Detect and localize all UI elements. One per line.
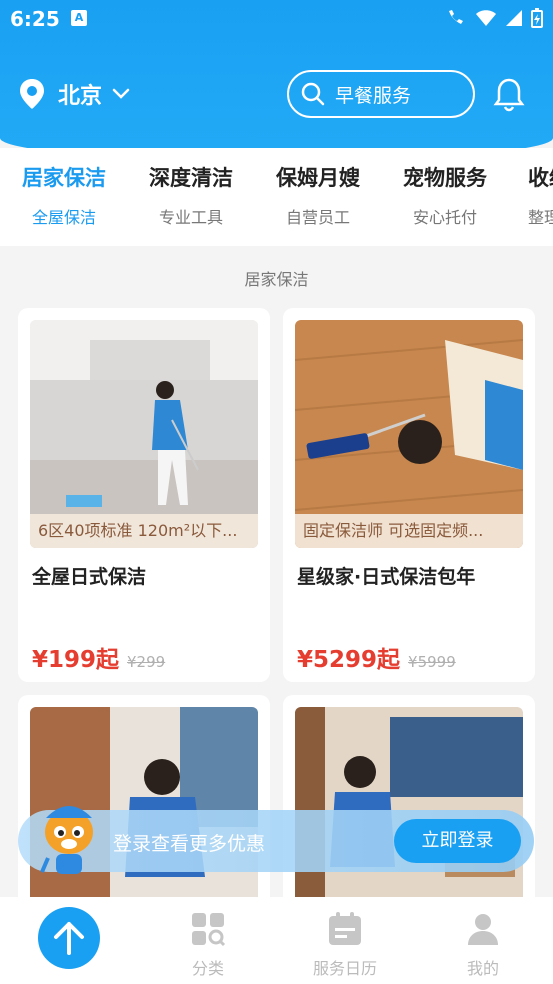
tab-storage[interactable]: 收纳 整理 xyxy=(512,162,553,228)
status-bar: 6:25 A xyxy=(0,0,553,38)
location-selector[interactable]: 北京 xyxy=(18,78,130,110)
bell-icon[interactable] xyxy=(491,76,527,112)
service-card[interactable]: 固定保洁师 可选固定频... 星级家·日式保洁包年 ¥5299起 ¥5999 xyxy=(283,308,535,682)
service-tagline: 6区40项标准 120m²以下... xyxy=(30,514,258,548)
grid-icon xyxy=(192,913,226,947)
tab-subtitle: 专业工具 xyxy=(158,208,223,227)
wifi-icon xyxy=(476,10,496,26)
nav-label: 我的 xyxy=(466,959,499,978)
price-current: ¥199起 xyxy=(32,647,120,673)
service-card[interactable] xyxy=(283,695,535,915)
search-placeholder: 早餐服务 xyxy=(335,84,412,107)
category-tabs: 居家保洁 全屋保洁 深度清洁 专业工具 保姆月嫂 自营员工 宠物服务 安心托付 … xyxy=(0,148,553,246)
city-label: 北京 xyxy=(58,84,103,109)
price-row: ¥5299起 ¥5999 xyxy=(297,640,456,674)
tab-deep-cleaning[interactable]: 深度清洁 专业工具 xyxy=(131,162,251,228)
login-banner: 登录查看更多优惠 立即登录 xyxy=(18,806,534,874)
nav-label: 服务日历 xyxy=(312,959,377,978)
nav-label: 分类 xyxy=(191,959,224,978)
status-time: 6:25 xyxy=(10,7,60,31)
wifi-call-icon xyxy=(449,10,463,24)
nav-service-calendar[interactable]: 服务日历 xyxy=(300,911,390,979)
scroll-top-button[interactable] xyxy=(38,907,100,969)
mascot-tiger-icon xyxy=(40,806,93,874)
price-current: ¥5299起 xyxy=(297,647,401,673)
tab-subtitle: 自营员工 xyxy=(285,208,350,227)
tab-subtitle: 安心托付 xyxy=(412,208,477,227)
tab-title: 深度清洁 xyxy=(149,166,233,190)
tab-title: 居家保洁 xyxy=(22,166,106,190)
price-row: ¥199起 ¥299 xyxy=(32,640,165,674)
signal-icon xyxy=(506,10,522,26)
service-title: 全屋日式保洁 xyxy=(32,566,147,588)
notification-a-icon: A xyxy=(71,10,87,26)
section-title: 居家保洁 xyxy=(244,270,309,289)
service-image: 6区40项标准 120m²以下... xyxy=(30,320,258,548)
login-button[interactable]: 立即登录 xyxy=(394,819,521,863)
service-image: 固定保洁师 可选固定频... xyxy=(295,320,523,548)
calendar-icon xyxy=(329,912,361,945)
status-icons xyxy=(445,8,543,28)
tab-title: 宠物服务 xyxy=(403,166,487,190)
bottom-nav: 分类 服务日历 我的 xyxy=(0,897,553,984)
service-card[interactable]: 6区40项标准 120m²以下... 全屋日式保洁 ¥199起 ¥299 xyxy=(18,308,270,682)
user-icon xyxy=(468,914,498,945)
nav-category[interactable]: 分类 xyxy=(163,911,253,979)
tab-subtitle: 整理 xyxy=(528,208,553,227)
tab-nanny[interactable]: 保姆月嫂 自营员工 xyxy=(258,162,378,228)
arrow-up-icon xyxy=(54,922,84,955)
battery-icon xyxy=(531,8,543,28)
search-box[interactable]: 早餐服务 xyxy=(287,70,475,118)
tab-subtitle: 全屋保洁 xyxy=(31,208,96,227)
login-prompt: 登录查看更多优惠 xyxy=(113,833,266,855)
search-icon xyxy=(301,82,325,106)
price-original: ¥299 xyxy=(127,653,166,671)
service-title: 星级家·日式保洁包年 xyxy=(297,566,476,588)
location-pin-icon xyxy=(20,79,44,109)
tab-home-cleaning[interactable]: 居家保洁 全屋保洁 xyxy=(4,162,124,228)
chevron-down-icon xyxy=(112,88,130,99)
tab-title: 保姆月嫂 xyxy=(276,166,360,190)
tab-pet-service[interactable]: 宠物服务 安心托付 xyxy=(385,162,505,228)
nav-profile[interactable]: 我的 xyxy=(438,911,528,979)
tab-title: 收纳 xyxy=(528,166,553,190)
service-tagline: 固定保洁师 可选固定频... xyxy=(295,514,523,548)
price-original: ¥5999 xyxy=(408,653,456,671)
